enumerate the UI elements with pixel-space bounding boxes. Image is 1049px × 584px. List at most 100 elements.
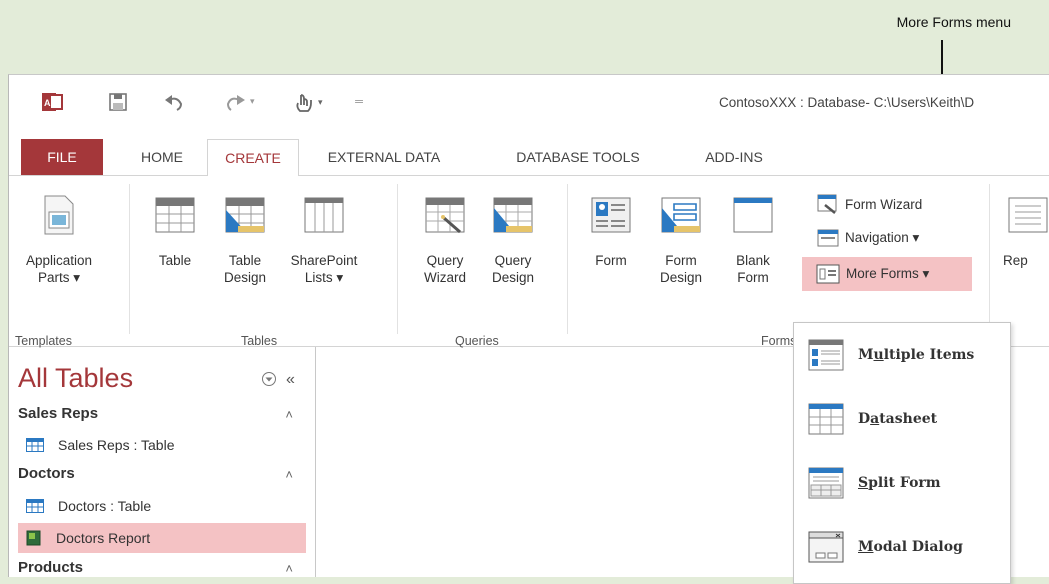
query-wizard-icon	[425, 197, 465, 234]
datasheet-icon	[808, 403, 844, 435]
application-parts-label-1: Application	[25, 253, 93, 268]
query-wizard-label-2: Wizard	[423, 270, 466, 285]
save-icon[interactable]	[105, 89, 131, 115]
query-design-label-1: Query	[494, 253, 532, 268]
query-design-button[interactable]: Query Design	[483, 194, 543, 286]
sharepoint-lists-label-2: Lists ▾	[304, 270, 344, 285]
nav-item-label: Doctors : Table	[58, 498, 152, 514]
table-design-button[interactable]: Table Design	[215, 194, 275, 286]
blank-form-button[interactable]: Blank Form	[725, 194, 781, 286]
label-part: tasheet	[879, 411, 938, 427]
form-wizard-label: Form Wizard	[845, 196, 923, 212]
group-separator	[989, 184, 990, 334]
group-label-templates: Templates	[15, 334, 72, 348]
nav-item-label: Sales Reps : Table	[58, 437, 175, 453]
more-forms-menu: Multiple Items Datasheet Split Form Moda…	[793, 322, 1011, 584]
query-wizard-button[interactable]: Query Wizard	[415, 194, 475, 286]
query-wizard-label-1: Query	[426, 253, 464, 268]
svg-text:▾: ▾	[250, 96, 255, 106]
form-design-label-1: Form	[665, 253, 697, 268]
menu-item-label: Split Form	[858, 475, 941, 491]
blank-form-label-2: Form	[737, 270, 769, 285]
nav-item-doctors-report[interactable]: Doctors Report	[18, 523, 306, 553]
group-separator	[129, 184, 130, 334]
nav-item-doctors-table[interactable]: Doctors : Table	[18, 491, 306, 521]
redo-icon[interactable]: ▾	[223, 89, 263, 115]
tab-create[interactable]: CREATE	[207, 139, 299, 177]
menu-item-multiple-items[interactable]: Multiple Items	[794, 325, 1010, 385]
form-label: Form	[595, 253, 627, 268]
label-part: D	[858, 411, 871, 427]
table-label: Table	[158, 253, 192, 268]
table-design-label-1: Table	[228, 253, 262, 268]
menu-item-label: Multiple Items	[858, 347, 974, 363]
tab-external-data[interactable]: EXTERNAL DATA	[309, 139, 459, 175]
menu-item-label: Datasheet	[858, 411, 937, 427]
tab-home[interactable]: HOME	[127, 139, 197, 175]
report-icon	[26, 530, 41, 546]
svg-text:A: A	[44, 98, 51, 108]
more-forms-button[interactable]: More Forms ▾	[802, 257, 972, 291]
query-design-label-2: Design	[491, 270, 535, 285]
blank-form-icon	[733, 197, 773, 233]
menu-item-datasheet[interactable]: Datasheet	[794, 389, 1010, 449]
form-design-icon	[661, 197, 701, 233]
nav-group-label: Sales Reps	[18, 405, 99, 422]
label-part: ltiple Items	[883, 347, 975, 363]
table-icon	[155, 197, 195, 233]
table-icon	[26, 499, 44, 513]
sharepoint-lists-label-1: SharePoint	[290, 253, 358, 268]
nav-group-sales-reps[interactable]: Sales Reps ˄	[18, 405, 303, 429]
tab-database-tools[interactable]: DATABASE TOOLS	[503, 139, 653, 175]
blank-form-label-1: Blank	[736, 253, 770, 268]
navigation-button[interactable]: Navigation ▾	[817, 224, 919, 252]
menu-item-split-form[interactable]: Split Form	[794, 453, 1010, 513]
access-key: S	[858, 475, 869, 491]
table-design-label-2: Design	[223, 270, 267, 285]
form-wizard-button[interactable]: Form Wizard	[817, 190, 922, 218]
access-key: M	[858, 539, 874, 555]
tab-add-ins[interactable]: ADD-INS	[689, 139, 779, 175]
navigation-icon	[817, 229, 839, 247]
navigation-pane: All Tables « Sales Reps ˄ Sales Reps : T…	[9, 347, 316, 577]
modal-dialog-icon	[808, 531, 844, 563]
customize-qat-icon[interactable]: ═	[349, 89, 369, 115]
undo-icon[interactable]	[161, 89, 187, 115]
report-button[interactable]: Rep	[999, 194, 1049, 269]
nav-search-options-icon[interactable]	[261, 371, 277, 390]
sharepoint-lists-button[interactable]: SharePoint Lists ▾	[285, 194, 363, 286]
chevron-up-icon: ˄	[285, 407, 293, 422]
collapse-pane-icon[interactable]: «	[286, 371, 295, 389]
form-wizard-icon	[817, 194, 837, 214]
menu-item-modal-dialog[interactable]: Modal Dialog	[794, 517, 1010, 577]
more-forms-icon	[816, 264, 840, 284]
form-icon	[591, 197, 631, 233]
split-form-icon	[808, 467, 844, 499]
application-parts-icon	[44, 195, 74, 235]
label-part: M	[858, 347, 874, 363]
form-design-label-2: Design	[659, 270, 703, 285]
report-label: Rep	[1003, 253, 1028, 268]
nav-group-products[interactable]: Products ˄	[18, 559, 303, 577]
sharepoint-lists-icon	[304, 197, 344, 233]
group-separator	[397, 184, 398, 334]
chevron-up-icon: ˄	[285, 467, 293, 482]
form-design-button[interactable]: Form Design	[651, 194, 711, 286]
more-forms-label: More Forms ▾	[846, 266, 930, 281]
access-logo-icon[interactable]: A	[39, 89, 65, 115]
nav-group-label: Products	[18, 559, 84, 576]
label-part: odal Dialog	[873, 539, 963, 555]
ribbon-tabs: FILE HOME CREATE EXTERNAL DATA DATABASE …	[9, 133, 1049, 177]
table-icon	[26, 438, 44, 452]
application-parts-button[interactable]: Application Parts ▾	[13, 194, 105, 286]
nav-group-doctors[interactable]: Doctors ˄	[18, 465, 303, 489]
nav-pane-title[interactable]: All Tables	[18, 363, 133, 394]
form-button[interactable]: Form	[583, 194, 639, 269]
touch-mode-icon[interactable]: ▾	[291, 89, 331, 115]
window-title: ContosoXXX : Database- C:\Users\Keith\D	[719, 95, 975, 110]
nav-item-sales-reps-table[interactable]: Sales Reps : Table	[18, 430, 306, 460]
tab-file[interactable]: FILE	[21, 139, 103, 175]
group-label-forms: Forms	[761, 334, 797, 348]
table-button[interactable]: Table	[145, 194, 205, 269]
report-icon	[1008, 197, 1048, 233]
